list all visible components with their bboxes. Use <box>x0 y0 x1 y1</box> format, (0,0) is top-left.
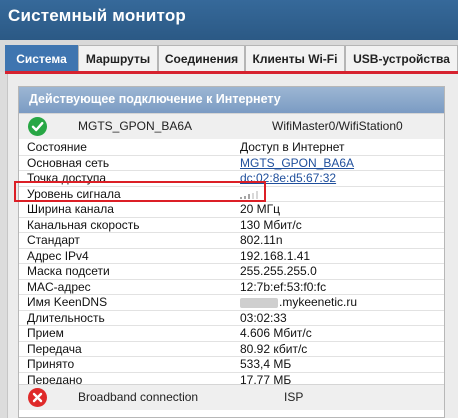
detail-label: Стандарт <box>27 233 80 247</box>
connection-interface: ISP <box>284 390 304 404</box>
detail-row-receive-rate: Прием 4.606 Мбит/с <box>19 326 444 342</box>
tab-usb-devices[interactable]: USB-устройства <box>345 45 458 72</box>
detail-row-subnet-mask: Маска подсети 255.255.255.0 <box>19 264 444 280</box>
main-network-link[interactable]: MGTS_GPON_BA6A <box>240 156 354 171</box>
title-bar: Системный монитор <box>0 0 458 40</box>
detail-label: Длительность <box>27 310 105 325</box>
detail-value: 20 МГц <box>240 202 281 216</box>
primary-connection-row[interactable]: MGTS_GPON_BA6A WifiMaster0/WifiStation0 <box>19 113 444 139</box>
detail-row-ipv4: Адрес IPv4 192.168.1.41 <box>19 248 444 264</box>
detail-value: 80.92 кбит/с <box>240 341 308 356</box>
detail-label: Передача <box>27 341 82 356</box>
detail-label: Адрес IPv4 <box>27 248 89 263</box>
detail-value: 533,4 МБ <box>240 357 292 371</box>
detail-label: MAC-адрес <box>27 279 91 294</box>
app-title: Системный монитор <box>8 6 186 25</box>
secondary-connection-row[interactable]: Broadband connection ISP <box>19 384 444 410</box>
tab-wifi-clients[interactable]: Клиенты Wi-Fi <box>245 45 345 72</box>
detail-row-mac: MAC-адрес 12:7b:ef:53:f0:fc <box>19 279 444 295</box>
check-icon <box>28 117 47 136</box>
tab-system[interactable]: Система <box>5 45 78 72</box>
connection-name: Broadband connection <box>78 390 199 404</box>
detail-row-main-network: Основная сеть MGTS_GPON_BA6A <box>19 155 444 171</box>
detail-label: Маска подсети <box>27 264 110 278</box>
detail-label: Имя KeenDNS <box>27 295 108 309</box>
detail-value: 802.11n <box>240 233 283 247</box>
detail-value: 130 Мбит/с <box>240 217 302 232</box>
detail-label: Состояние <box>27 140 87 154</box>
detail-value: 255.255.255.0 <box>240 264 317 278</box>
detail-value: Доступ в Интернет <box>240 140 345 154</box>
internet-connection-box: Действующее подключение к Интернету MGTS… <box>18 86 445 418</box>
detail-row-received: Принято 533,4 МБ <box>19 357 444 373</box>
detail-row-status: Состояние Доступ в Интернет <box>19 140 444 156</box>
tab-routes[interactable]: Маршруты <box>78 45 158 72</box>
detail-value: 192.168.1.41 <box>240 248 311 263</box>
detail-row-standard: Стандарт 802.11n <box>19 233 444 249</box>
detail-label: Основная сеть <box>27 155 110 170</box>
detail-row-transmit-rate: Передача 80.92 кбит/с <box>19 341 444 357</box>
detail-row-link-speed: Канальная скорость 130 Мбит/с <box>19 217 444 233</box>
detail-label: Канальная скорость <box>27 217 140 232</box>
detail-value: 12:7b:ef:53:f0:fc <box>240 279 327 294</box>
detail-row-keendns: Имя KeenDNS .mykeenetic.ru <box>19 295 444 311</box>
detail-label: Прием <box>27 326 64 340</box>
blurred-name <box>240 297 278 308</box>
connection-details: Состояние Доступ в Интернет Основная сет… <box>19 140 444 388</box>
box-header: Действующее подключение к Интернету <box>19 87 444 113</box>
detail-value: 03:02:33 <box>240 310 287 325</box>
error-icon <box>28 388 47 407</box>
connection-interface: WifiMaster0/WifiStation0 <box>272 119 403 133</box>
tab-bar: Система Маршруты Соединения Клиенты Wi-F… <box>0 40 458 72</box>
detail-value: .mykeenetic.ru <box>240 295 357 310</box>
detail-row-channel-width: Ширина канала 20 МГц <box>19 202 444 218</box>
detail-row-duration: Длительность 03:02:33 <box>19 310 444 326</box>
detail-label: Принято <box>27 357 75 371</box>
detail-label: Ширина канала <box>27 202 114 216</box>
connection-name: MGTS_GPON_BA6A <box>78 119 193 133</box>
detail-value: 4.606 Мбит/с <box>240 326 312 340</box>
keendns-domain: .mykeenetic.ru <box>279 295 358 309</box>
signal-level-highlight <box>14 181 266 202</box>
tab-connections[interactable]: Соединения <box>158 45 245 72</box>
